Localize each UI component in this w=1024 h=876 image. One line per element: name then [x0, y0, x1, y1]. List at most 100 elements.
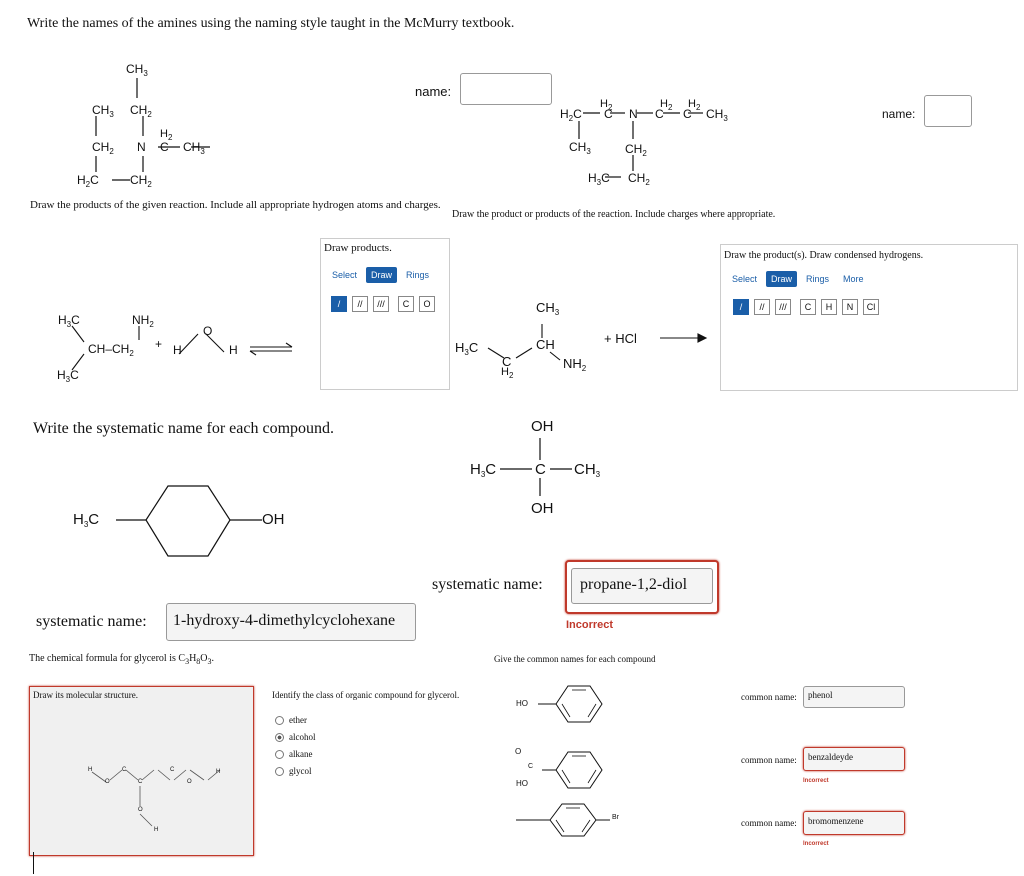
double-bond-icon[interactable]: // — [352, 296, 368, 312]
atom-c: C — [683, 107, 692, 121]
name-label: name: — [415, 84, 452, 99]
systematic-answer-text: 1-hydroxy-4-dimethylcyclohexane — [173, 612, 396, 629]
common-name-input-3[interactable]: bromomenzene — [803, 811, 905, 835]
draw-tab[interactable]: Draw — [766, 271, 798, 287]
common-name-label: common name: — [741, 692, 797, 702]
atom-ch: CH–CH2 — [88, 342, 134, 358]
atom-o: O — [203, 324, 213, 338]
atom-c: C — [655, 107, 664, 121]
atom-h: H — [216, 769, 221, 775]
amine-name-input-1[interactable] — [460, 73, 552, 105]
common-name-label: common name: — [741, 818, 797, 828]
systematic-name-answer-box: propane-1,2-diol — [565, 560, 719, 614]
atom-ch2: CH2 — [628, 171, 650, 187]
atom-h3c: H3C — [470, 461, 497, 479]
glycerol-class-options: ether alcohol alkane glycol — [275, 712, 316, 780]
atom-ch3: CH3 — [706, 107, 728, 123]
option-ether[interactable]: ether — [275, 712, 316, 729]
draw-panel-left[interactable]: Draw products. Select Draw Rings / // //… — [320, 238, 450, 390]
double-bond-icon[interactable]: // — [754, 299, 770, 315]
amine-name-input-2[interactable] — [924, 95, 972, 127]
common-name-input-2[interactable]: benzaldeyde — [803, 747, 905, 771]
atom-n: N — [629, 107, 638, 121]
reaction-prompt-right: Draw the product or products of the reac… — [452, 209, 776, 220]
plus-hcl: + HCl — [604, 331, 637, 346]
radio-icon[interactable] — [275, 716, 284, 726]
atom-ch3: CH3 — [126, 62, 148, 78]
more-tab[interactable]: More — [838, 271, 869, 287]
atom-ch2: CH2 — [625, 142, 647, 158]
draw-toolbar: Select Draw Rings More — [727, 269, 869, 287]
atom-o-button[interactable]: O — [419, 296, 435, 312]
glycerol-draw-panel[interactable]: Draw its molecular structure. H O C C C … — [29, 686, 254, 856]
common-answer-text: phenol — [808, 690, 833, 700]
atom-ch3: CH3 — [569, 140, 591, 156]
select-tab[interactable]: Select — [727, 271, 762, 287]
systematic-name-input-2[interactable]: propane-1,2-diol — [571, 568, 713, 604]
systematic-label: systematic name: — [36, 613, 147, 630]
glycerol-formula: The chemical formula for glycerol is C3H… — [29, 653, 215, 666]
atom-c-button[interactable]: C — [398, 296, 414, 312]
radio-icon[interactable] — [275, 767, 284, 777]
rings-tab[interactable]: Rings — [801, 271, 834, 287]
text-cursor — [33, 852, 34, 874]
common-answer-text: benzaldeyde — [808, 752, 853, 762]
option-alcohol[interactable]: alcohol — [275, 729, 316, 746]
common-name-label: common name: — [741, 755, 797, 765]
atom-h-button[interactable]: H — [821, 299, 837, 315]
single-bond-icon[interactable]: / — [733, 299, 749, 315]
systematic-name-input-1[interactable]: 1-hydroxy-4-dimethylcyclohexane — [166, 603, 416, 641]
radio-icon[interactable] — [275, 750, 284, 760]
atom-ch2: CH2 — [130, 103, 152, 119]
common-name-prompt: Give the common names for each compound — [494, 654, 656, 664]
atom-oh: OH — [531, 500, 554, 517]
plus-sign: + — [155, 337, 163, 351]
draw-panel-right[interactable]: Draw the product(s). Draw condensed hydr… — [720, 244, 1018, 391]
systematic-prompt: Write the systematic name for each compo… — [33, 420, 335, 437]
q1-prompt: Write the names of the amines using the … — [27, 16, 515, 31]
atom-ch3: CH3 — [574, 461, 601, 479]
atom-ho: HO — [516, 779, 528, 788]
glycerol-drawn-structure — [91, 769, 221, 827]
atom-h: H — [88, 767, 93, 773]
atom-ho: HO — [516, 699, 528, 708]
atom-h3c: H3C — [73, 511, 100, 529]
atom-c: C — [604, 107, 613, 121]
atom-c: C — [535, 461, 546, 478]
atom-o: O — [138, 807, 143, 813]
systematic-answer-text: propane-1,2-diol — [580, 576, 688, 593]
atom-ch2: CH2 — [130, 173, 152, 189]
atom-ch3: CH3 — [536, 300, 560, 317]
incorrect-label: Incorrect — [803, 778, 829, 784]
atom-cl-button[interactable]: Cl — [863, 299, 879, 315]
option-alkane[interactable]: alkane — [275, 746, 316, 763]
atom-h3c: H3C — [58, 313, 80, 329]
atom-n-button[interactable]: N — [842, 299, 858, 315]
draw-panel-title: Draw products. — [324, 242, 392, 254]
draw-tab[interactable]: Draw — [366, 267, 398, 283]
atom-h: H — [173, 343, 182, 357]
incorrect-label: Incorrect — [566, 619, 614, 631]
radio-checked-icon[interactable] — [275, 733, 284, 743]
rings-tab[interactable]: Rings — [401, 267, 434, 283]
atom-ch3: CH3 — [183, 140, 205, 156]
atom-h: H — [229, 343, 238, 357]
atom-o: O — [105, 779, 110, 785]
atom-ch2: CH2 — [92, 140, 114, 156]
atom-ch: CH — [536, 337, 555, 352]
select-tab[interactable]: Select — [327, 267, 362, 283]
option-glycol[interactable]: glycol — [275, 763, 316, 780]
common-name-input-1[interactable]: phenol — [803, 686, 905, 708]
atom-c-button[interactable]: C — [800, 299, 816, 315]
atom-c: C — [528, 763, 534, 770]
atom-h3c: H3C — [588, 171, 610, 187]
atom-c: C — [122, 767, 127, 773]
atom-h3c: H3C — [57, 368, 79, 384]
single-bond-icon[interactable]: / — [331, 296, 347, 312]
triple-bond-icon[interactable]: /// — [775, 299, 791, 315]
atom-oh: OH — [262, 511, 285, 528]
atom-o: O — [515, 747, 522, 756]
atom-h2c: H2C — [77, 173, 99, 189]
incorrect-label: Incorrect — [803, 841, 829, 847]
triple-bond-icon[interactable]: /// — [373, 296, 389, 312]
